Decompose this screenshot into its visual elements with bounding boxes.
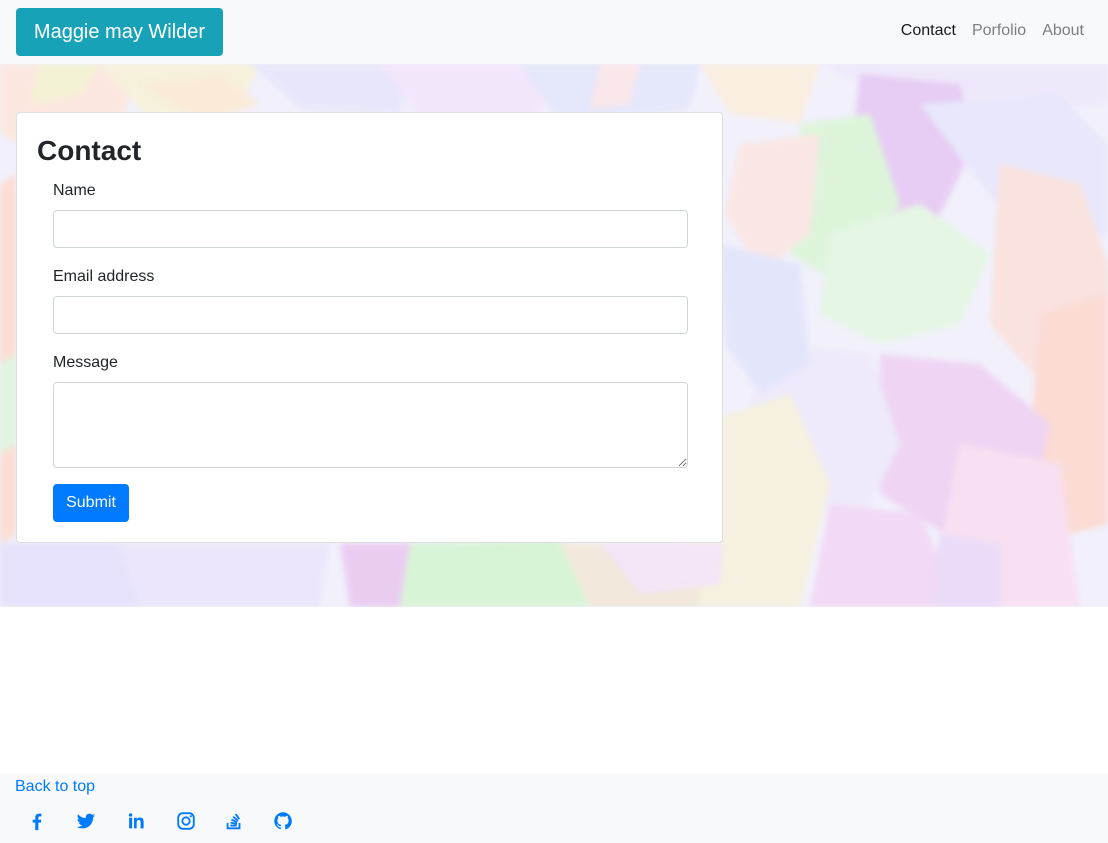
stackoverflow-icon[interactable]: [223, 810, 245, 832]
contact-card: Contact Name Email address Message Submi…: [16, 112, 723, 543]
brand-button[interactable]: Maggie may Wilder: [16, 8, 223, 56]
instagram-icon[interactable]: [175, 810, 197, 832]
hero-section: Contact Name Email address Message Submi…: [0, 64, 1108, 607]
navbar: Maggie may Wilder Contact Porfolio About: [0, 0, 1108, 64]
nav-links: Contact Porfolio About: [901, 22, 1084, 44]
nav-link-contact[interactable]: Contact: [901, 22, 956, 44]
github-icon[interactable]: [272, 810, 294, 832]
nav-link-portfolio[interactable]: Porfolio: [972, 22, 1026, 44]
page-title: Contact: [37, 135, 142, 166]
email-label: Email address: [53, 268, 155, 285]
facebook-icon[interactable]: [26, 810, 48, 832]
name-label: Name: [53, 182, 96, 199]
footer: Back to top: [0, 773, 1108, 843]
name-input[interactable]: [53, 210, 688, 248]
message-textarea[interactable]: [53, 382, 688, 468]
nav-link-about[interactable]: About: [1042, 22, 1084, 44]
message-label: Message: [53, 354, 118, 371]
submit-button[interactable]: Submit: [53, 484, 129, 522]
linkedin-icon[interactable]: [125, 810, 147, 832]
back-to-top-link[interactable]: Back to top: [15, 777, 95, 797]
email-input[interactable]: [53, 296, 688, 334]
twitter-icon[interactable]: [75, 810, 97, 832]
